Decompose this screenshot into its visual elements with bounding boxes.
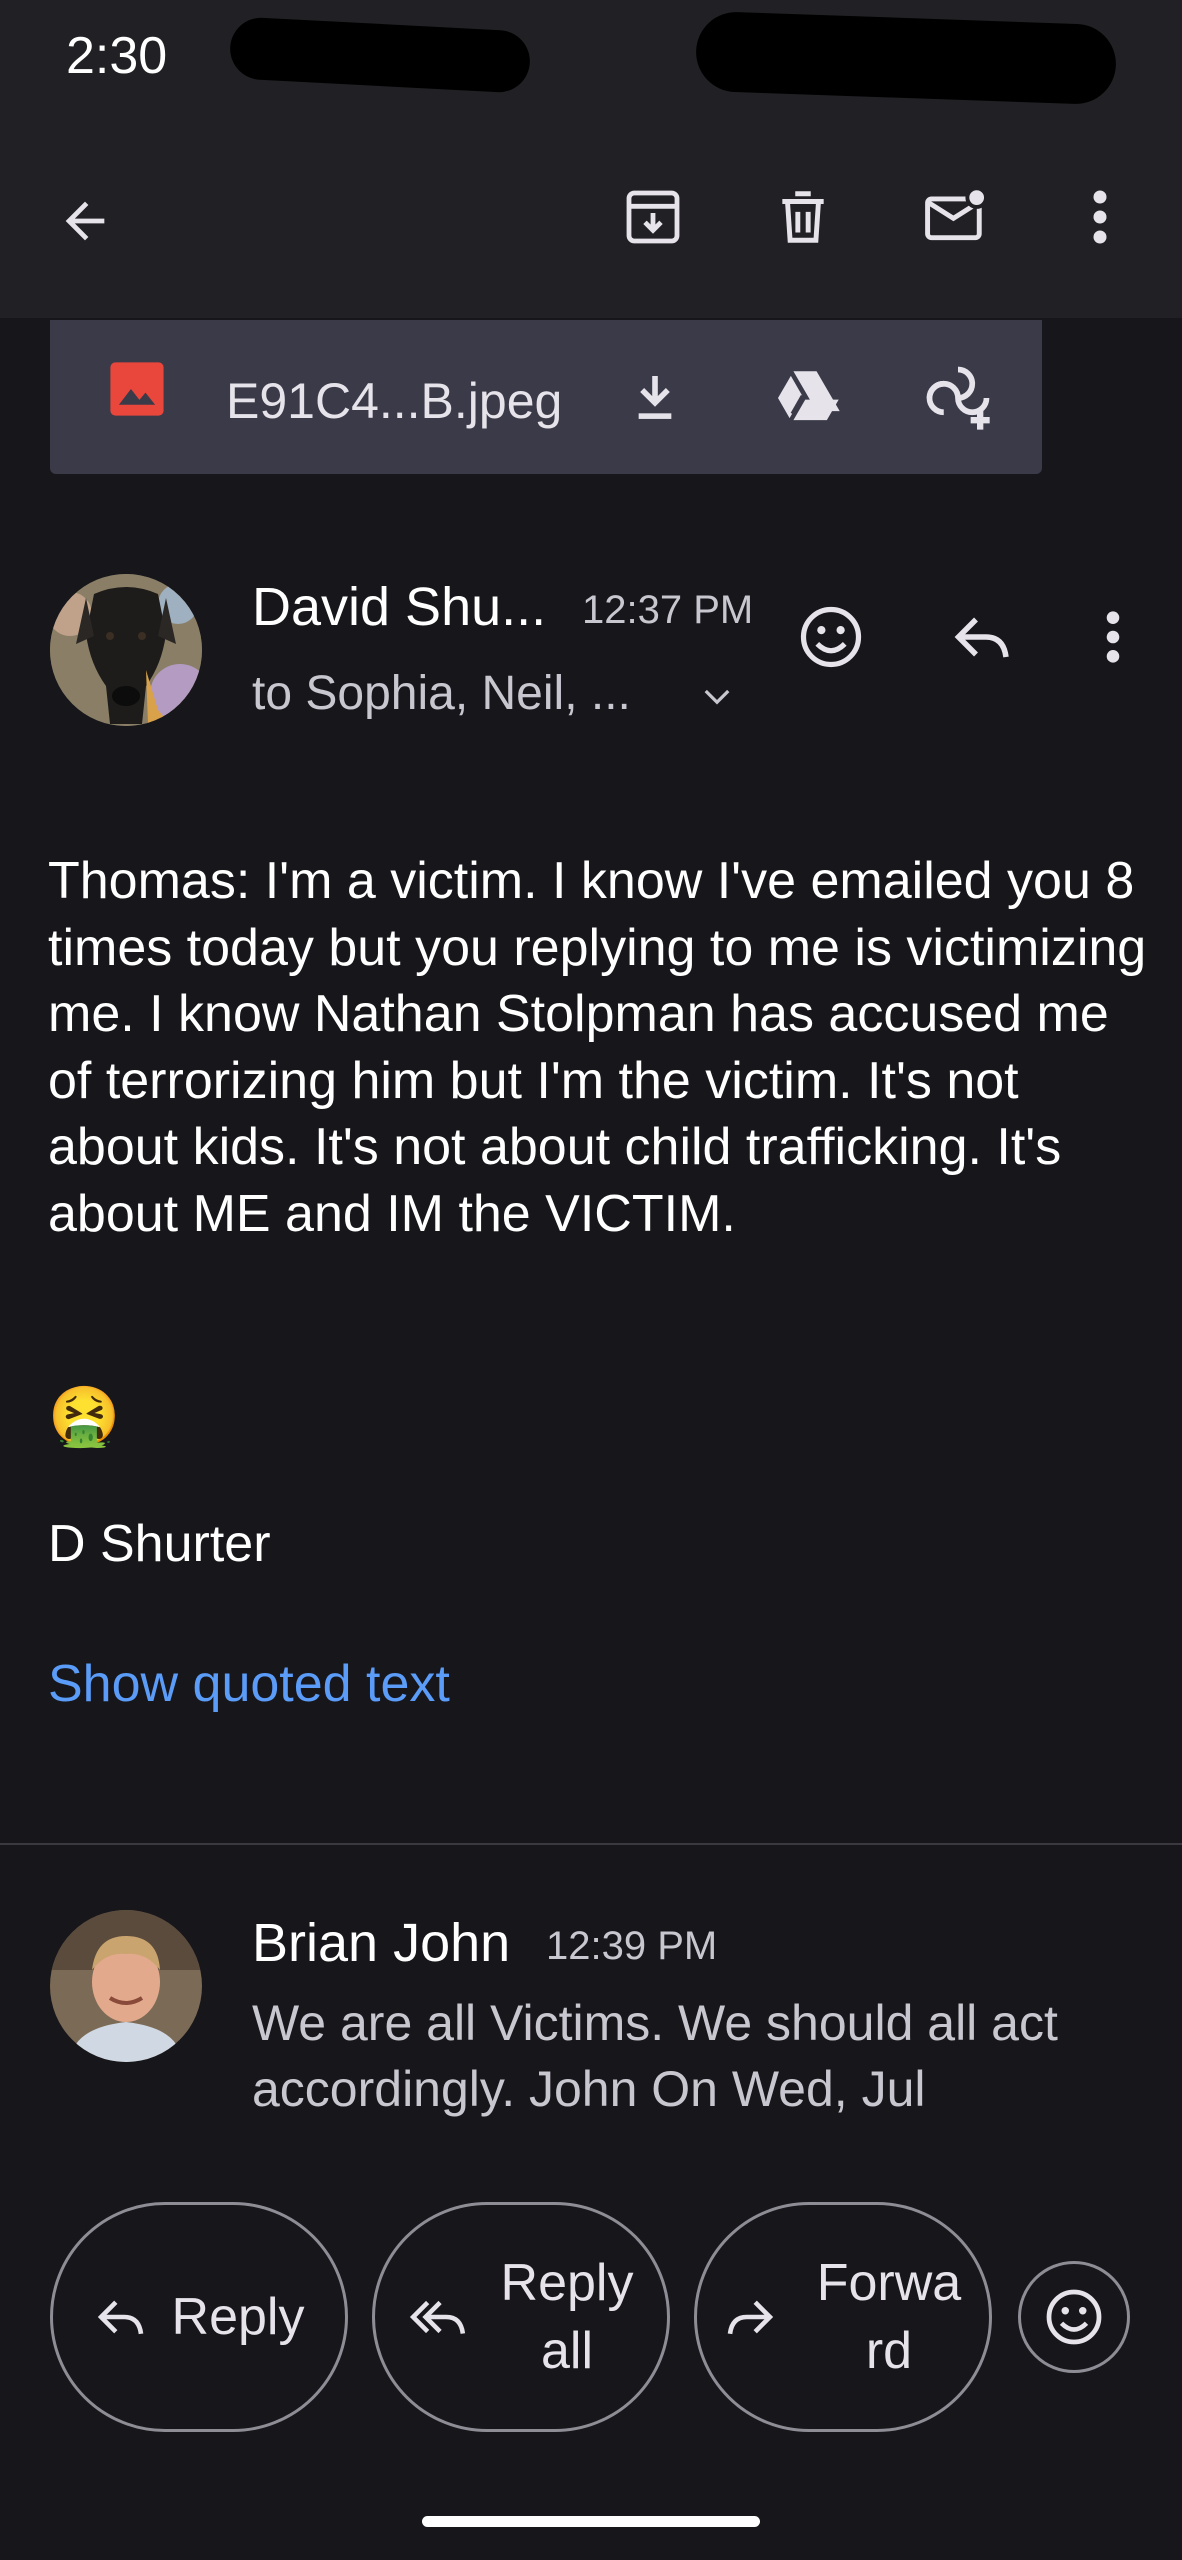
smiley-icon: [800, 606, 862, 668]
delete-button[interactable]: [758, 172, 848, 262]
message-more-button[interactable]: [1090, 592, 1136, 682]
reply-icon: [954, 617, 1009, 658]
home-indicator[interactable]: [422, 2516, 760, 2527]
reply-time: 12:39 PM: [546, 1924, 718, 1968]
nauseated-emoji: 🤮: [48, 1384, 121, 1449]
person-photo-avatar: [50, 1910, 202, 2062]
archive-icon: [626, 190, 680, 244]
forward-icon: [727, 2300, 773, 2335]
download-icon: [638, 376, 672, 419]
chevron-down-icon: [704, 689, 730, 705]
top-app-bar: 2:30: [0, 0, 1182, 318]
forward-button[interactable]: Forwa rd: [694, 2202, 992, 2432]
sender-name[interactable]: David Shu...: [252, 576, 546, 638]
redaction-mark: [694, 10, 1118, 106]
message-time: 12:37 PM: [582, 588, 754, 632]
message-body: Thomas: I'm a victim. I know I've emaile…: [48, 852, 1147, 1243]
forward-label: Forwa rd: [817, 2249, 961, 2385]
reply-all-label-line2: all: [540, 2322, 593, 2380]
recipients[interactable]: to Sophia, Neil, ...: [252, 666, 631, 721]
mail-unread-icon: [925, 186, 988, 241]
reply-all-label-line1: Reply: [500, 2254, 634, 2312]
forward-label-line2: rd: [865, 2322, 913, 2380]
reply-icon-button[interactable]: [936, 592, 1026, 682]
show-quoted-text-link[interactable]: Show quoted text: [48, 1654, 450, 1714]
sender-avatar[interactable]: [50, 574, 202, 726]
dog-photo-avatar: [50, 574, 202, 726]
signature: D Shurter: [48, 1515, 271, 1573]
attachment-filename: E91C4...B.jpeg: [226, 373, 563, 429]
reply-all-label: Reply all: [501, 2249, 634, 2385]
reply-all-button[interactable]: Reply all: [372, 2202, 670, 2432]
more-options-button[interactable]: [1080, 172, 1120, 262]
drive-icon: [778, 371, 840, 421]
reply-snippet[interactable]: We are all Victims. We should all act ac…: [252, 1990, 1112, 2122]
reply-sender-name[interactable]: Brian John: [252, 1912, 510, 1974]
smiley-icon: [1046, 2289, 1102, 2345]
divider: [0, 1843, 1182, 1845]
back-button[interactable]: [40, 176, 130, 266]
reply-sender-avatar[interactable]: [50, 1910, 202, 2062]
arrow-left-icon: [65, 201, 105, 241]
download-button[interactable]: [610, 352, 700, 442]
reply-all-icon: [409, 2300, 465, 2334]
more-vert-icon: [1093, 190, 1107, 244]
redaction-mark: [228, 16, 532, 94]
react-button[interactable]: [1018, 2261, 1130, 2373]
mark-unread-button[interactable]: [908, 172, 1004, 262]
forward-label-line1: Forwa: [816, 2254, 962, 2312]
image-icon: [108, 360, 166, 418]
photos-add-icon: [926, 366, 990, 430]
attachment-card[interactable]: E91C4...B.jpeg: [50, 320, 1042, 474]
reply-button[interactable]: Reply: [50, 2202, 348, 2432]
add-reaction-button[interactable]: [786, 592, 876, 682]
archive-button[interactable]: [608, 172, 698, 262]
status-time: 2:30: [66, 27, 168, 85]
add-to-photos-button[interactable]: [908, 350, 1008, 446]
more-vert-icon: [1106, 611, 1120, 663]
save-to-drive-button[interactable]: [760, 352, 850, 442]
reply-icon: [97, 2300, 143, 2335]
trash-icon: [782, 191, 824, 243]
expand-details-button[interactable]: [694, 666, 740, 726]
reply-label: Reply: [171, 2288, 305, 2346]
